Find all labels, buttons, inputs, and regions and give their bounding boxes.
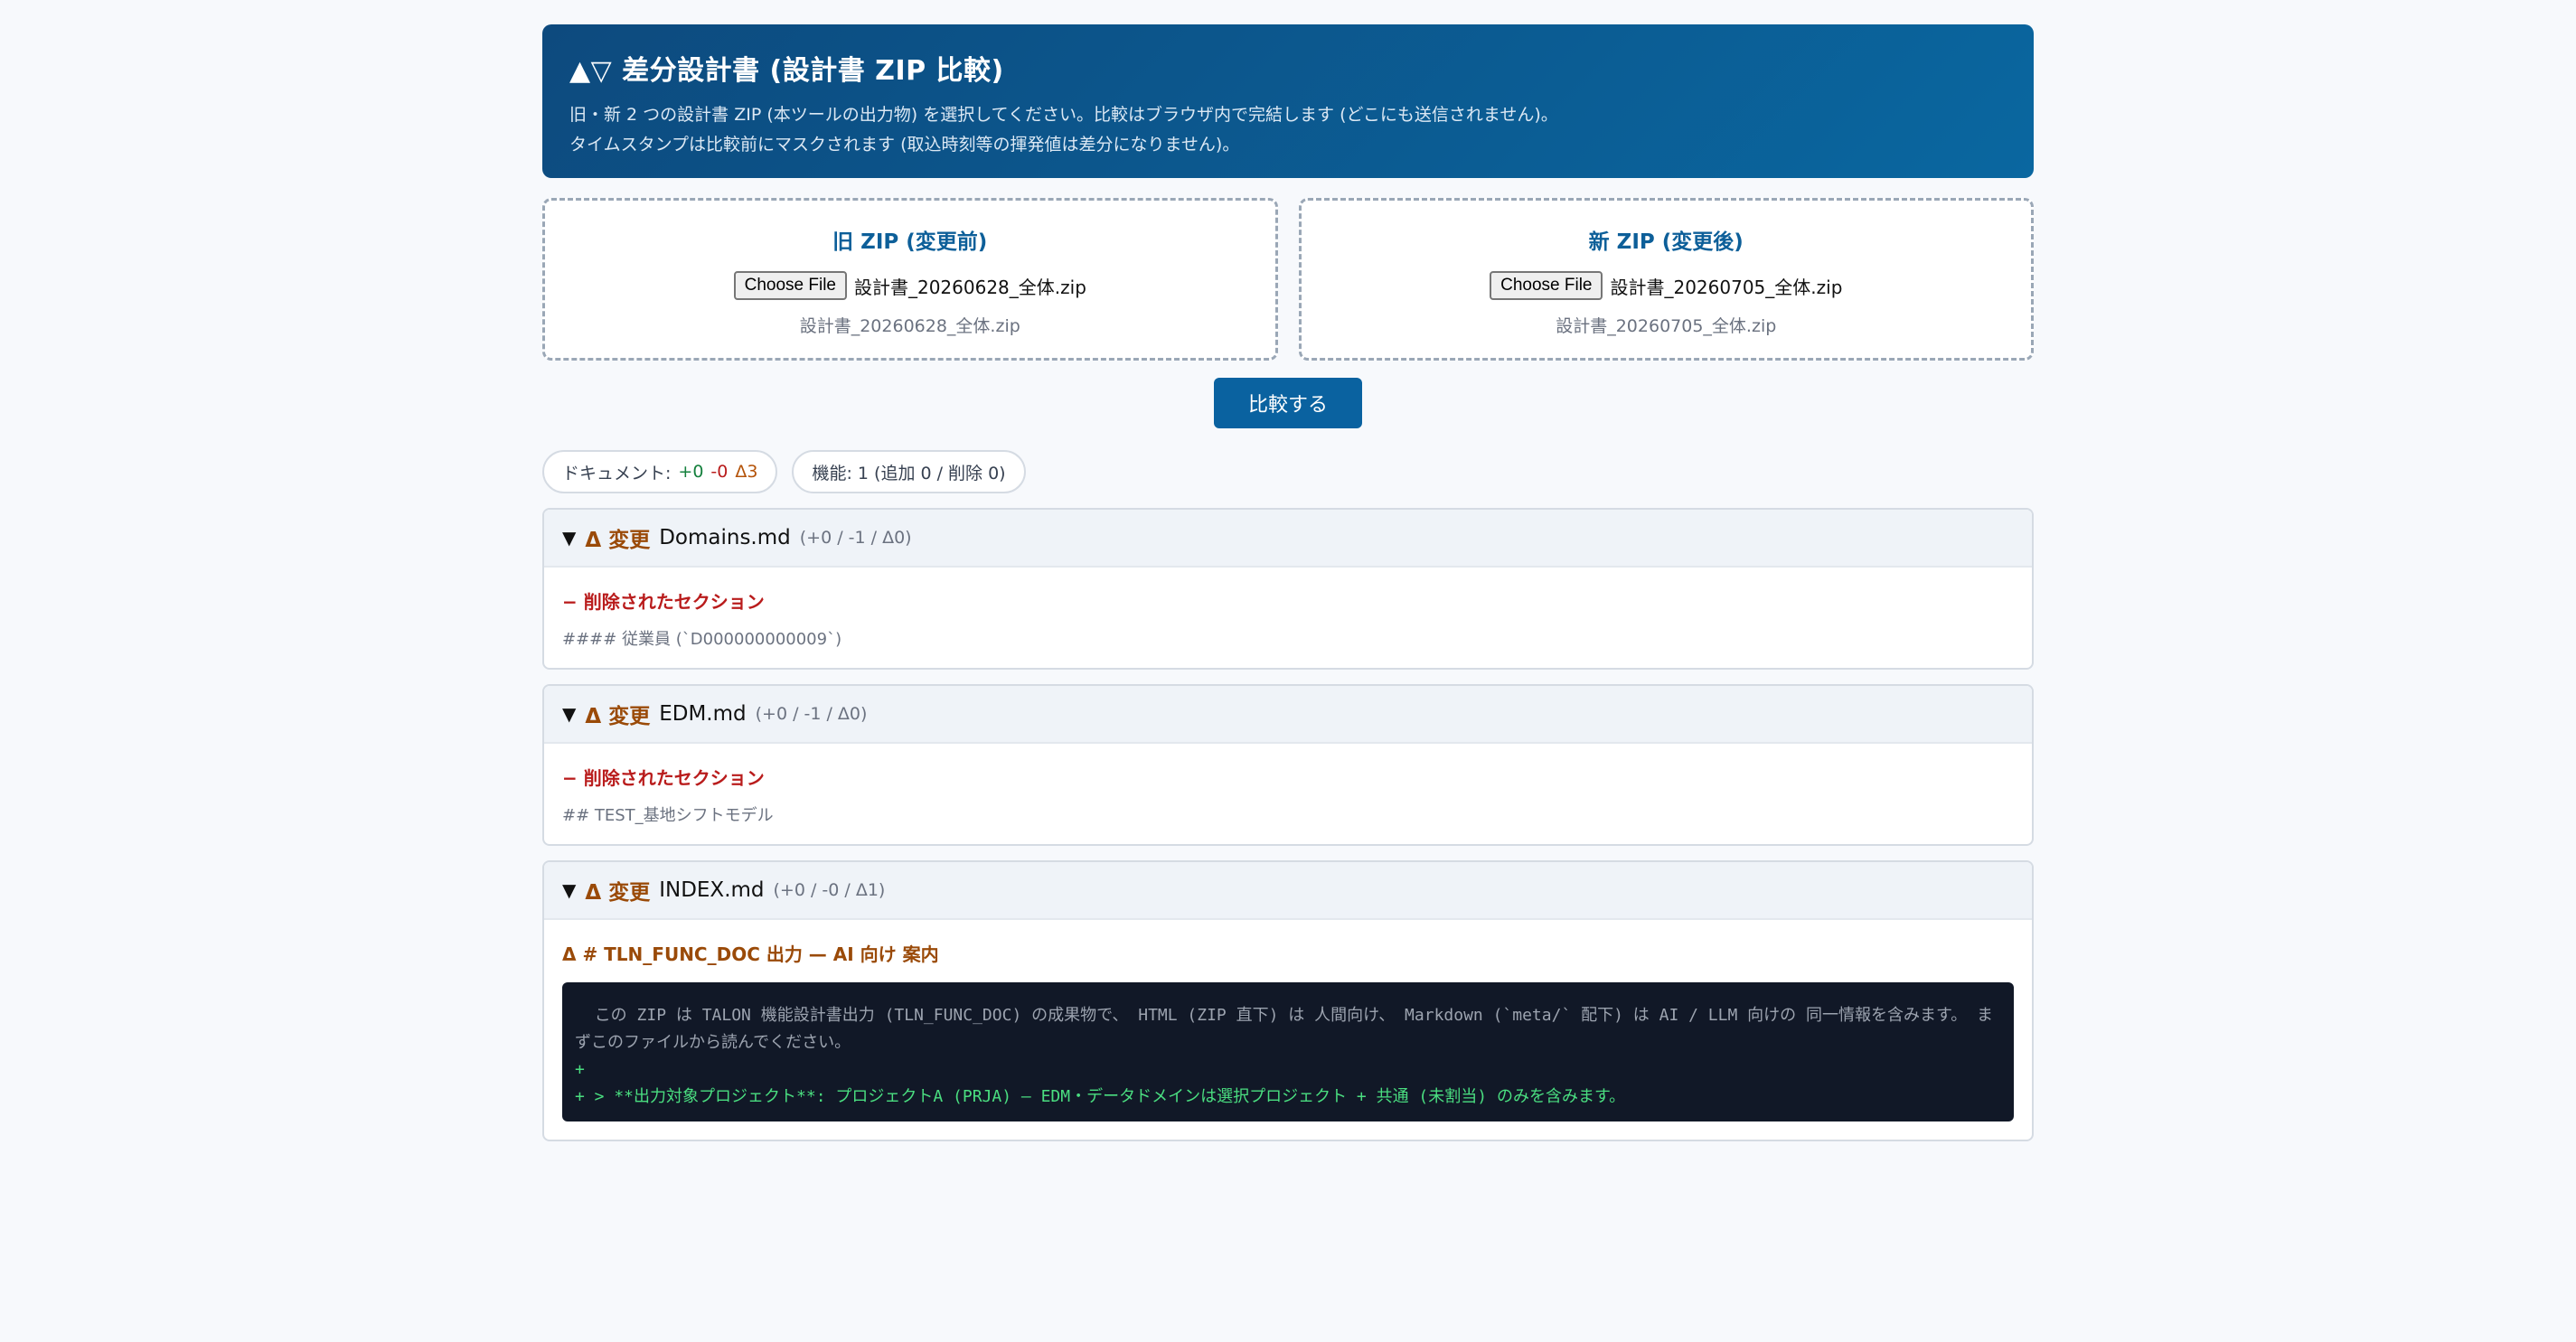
file-name: EDM.md	[659, 702, 747, 726]
removed-section-title: − 削除されたセクション	[562, 591, 765, 613]
old-zip-file-label: 設計書_20260628_全体.zip	[799, 316, 1020, 336]
old-zip-choose-file-button[interactable]: Choose File	[733, 271, 847, 300]
old-zip-file-input[interactable]: Choose File 設計書_20260628_全体.zip	[733, 271, 1086, 300]
file-diff-stats: (+0 / -0 / Δ1)	[773, 880, 886, 900]
old-zip-drop-zone[interactable]: 旧 ZIP (変更前) Choose File 設計書_20260628_全体.…	[542, 198, 1278, 361]
documents-removed-count: -0	[710, 462, 729, 482]
file-diff-header[interactable]: ▼ Δ 変更 Domains.md (+0 / -1 / Δ0)	[544, 510, 2032, 568]
page-title: ▲▽ 差分設計書 (設計書 ZIP 比較)	[569, 55, 1004, 87]
collapse-toggle-icon[interactable]: ▼	[562, 879, 576, 901]
header-banner: ▲▽ 差分設計書 (設計書 ZIP 比較) 旧・新 2 つの設計書 ZIP (本…	[542, 24, 2034, 178]
header-description: 旧・新 2 つの設計書 ZIP (本ツールの出力物) を選択してください。比較は…	[569, 100, 2007, 160]
change-kind-label: Δ 変更	[585, 881, 651, 905]
file-name: Domains.md	[659, 526, 791, 549]
file-diff-stats: (+0 / -1 / Δ0)	[755, 704, 868, 724]
features-summary-badge: 機能: 1 (追加 0 / 削除 0)	[792, 450, 1026, 493]
diff-added-line: +	[575, 1060, 585, 1079]
app-container: ▲▽ 差分設計書 (設計書 ZIP 比較) 旧・新 2 つの設計書 ZIP (本…	[542, 24, 2034, 1141]
new-zip-choose-file-button[interactable]: Choose File	[1490, 271, 1603, 300]
diff-added-line: + > **出力対象プロジェクト**: プロジェクトA (PRJA) — EDM…	[575, 1087, 1626, 1106]
file-diff-body: − 削除されたセクション #### 従業員 (`D000000000009`)	[544, 568, 2032, 668]
features-summary-text: 機能: 1 (追加 0 / 削除 0)	[812, 463, 1006, 483]
description-line-1: 旧・新 2 つの設計書 ZIP (本ツールの出力物) を選択してください。比較は…	[569, 105, 1558, 125]
file-diff-body: Δ # TLN_FUNC_DOC 出力 — AI 向け 案内 この ZIP は …	[544, 920, 2032, 1140]
new-zip-title: 新 ZIP (変更後)	[1588, 230, 1744, 254]
compare-button[interactable]: 比較する	[1214, 378, 1362, 428]
documents-label: ドキュメント:	[562, 463, 672, 483]
removed-section-line: #### 従業員 (`D000000000009`)	[562, 630, 842, 649]
file-diff-card: ▼ Δ 変更 EDM.md (+0 / -1 / Δ0) − 削除されたセクショ…	[542, 684, 2034, 846]
diff-context-line: この ZIP は TALON 機能設計書出力 (TLN_FUNC_DOC) の成…	[575, 1006, 1994, 1052]
new-zip-file-label: 設計書_20260705_全体.zip	[1556, 316, 1777, 336]
documents-added-count: +0	[678, 462, 704, 482]
new-zip-drop-zone[interactable]: 新 ZIP (変更後) Choose File 設計書_20260705_全体.…	[1298, 198, 2034, 361]
file-diff-header[interactable]: ▼ Δ 変更 INDEX.md (+0 / -0 / Δ1)	[544, 862, 2032, 920]
new-zip-file-input[interactable]: Choose File 設計書_20260705_全体.zip	[1490, 271, 1842, 300]
collapse-toggle-icon[interactable]: ▼	[562, 527, 576, 549]
file-diff-card: ▼ Δ 変更 Domains.md (+0 / -1 / Δ0) − 削除された…	[542, 508, 2034, 670]
description-line-2: タイムスタンプは比較前にマスクされます (取込時刻等の揮発値は差分になりません)…	[569, 135, 1240, 155]
changed-section-title: Δ # TLN_FUNC_DOC 出力 — AI 向け 案内	[562, 943, 939, 965]
file-diff-body: − 削除されたセクション ## TEST_基地シフトモデル	[544, 744, 2032, 844]
file-name: INDEX.md	[659, 878, 765, 902]
file-diff-header[interactable]: ▼ Δ 変更 EDM.md (+0 / -1 / Δ0)	[544, 686, 2032, 744]
old-zip-selected-filename: 設計書_20260628_全体.zip	[853, 276, 1086, 298]
compare-button-wrap: 比較する	[542, 378, 2034, 428]
old-zip-title: 旧 ZIP (変更前)	[832, 230, 988, 254]
diff-code-block: この ZIP は TALON 機能設計書出力 (TLN_FUNC_DOC) の成…	[562, 982, 2014, 1121]
zip-drop-zones: 旧 ZIP (変更前) Choose File 設計書_20260628_全体.…	[542, 198, 2034, 361]
removed-section-title: − 削除されたセクション	[562, 767, 765, 789]
removed-section-line: ## TEST_基地シフトモデル	[562, 806, 774, 825]
collapse-toggle-icon[interactable]: ▼	[562, 703, 576, 725]
change-kind-label: Δ 変更	[585, 529, 651, 552]
documents-summary-badge: ドキュメント: +0 -0 Δ3	[542, 450, 778, 493]
summary-badges: ドキュメント: +0 -0 Δ3 機能: 1 (追加 0 / 削除 0)	[542, 450, 2034, 493]
change-kind-label: Δ 変更	[585, 705, 651, 728]
file-diff-stats: (+0 / -1 / Δ0)	[799, 528, 912, 548]
new-zip-selected-filename: 設計書_20260705_全体.zip	[1610, 276, 1843, 298]
file-diff-card: ▼ Δ 変更 INDEX.md (+0 / -0 / Δ1) Δ # TLN_F…	[542, 860, 2034, 1141]
documents-changed-count: Δ3	[735, 462, 758, 482]
